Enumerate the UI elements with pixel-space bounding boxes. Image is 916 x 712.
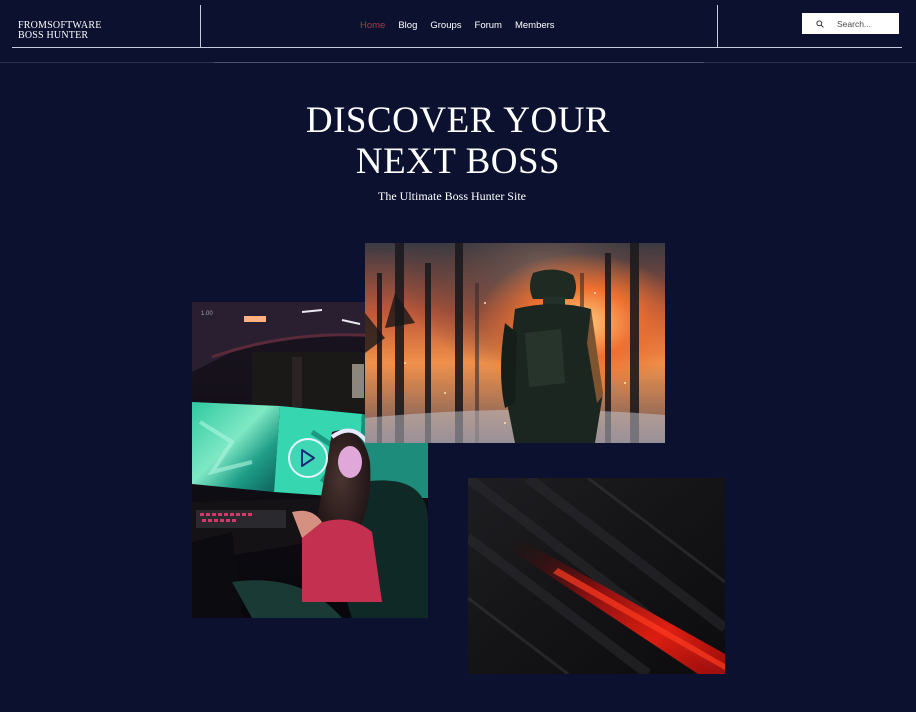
nav-groups[interactable]: Groups	[430, 20, 461, 32]
nav-forum[interactable]: Forum	[475, 20, 502, 32]
search-input[interactable]	[837, 16, 893, 31]
video-counter: 1.00	[201, 311, 213, 317]
site-header: FROMSOFTWARE BOSS HUNTER Home Blog Group…	[0, 0, 916, 63]
main-nav: Home Blog Groups Forum Members	[360, 20, 555, 32]
hero-subtitle: The Ultimate Boss Hunter Site	[378, 189, 526, 203]
header-divider-left	[200, 5, 201, 47]
play-button[interactable]	[288, 438, 328, 478]
search-box[interactable]	[802, 13, 899, 34]
play-icon	[301, 449, 315, 467]
header-divider	[12, 47, 902, 48]
hero-title: DISCOVER YOUR NEXT BOSS	[0, 100, 916, 182]
site-logo[interactable]: FROMSOFTWARE BOSS HUNTER	[18, 21, 102, 41]
nav-blog[interactable]: Blog	[398, 20, 417, 32]
logo-line-2: BOSS HUNTER	[18, 30, 89, 41]
nav-home[interactable]: Home	[360, 20, 385, 32]
hero-title-line-2: NEXT BOSS	[355, 141, 561, 182]
header-underline-accent	[214, 62, 704, 63]
header-divider-right	[717, 5, 718, 47]
nav-members[interactable]: Members	[515, 20, 555, 32]
red-streak-image	[468, 478, 725, 674]
hero-title-line-1: DISCOVER YOUR	[305, 100, 611, 141]
search-icon[interactable]	[816, 19, 824, 28]
soldier-forest-image	[365, 243, 665, 443]
